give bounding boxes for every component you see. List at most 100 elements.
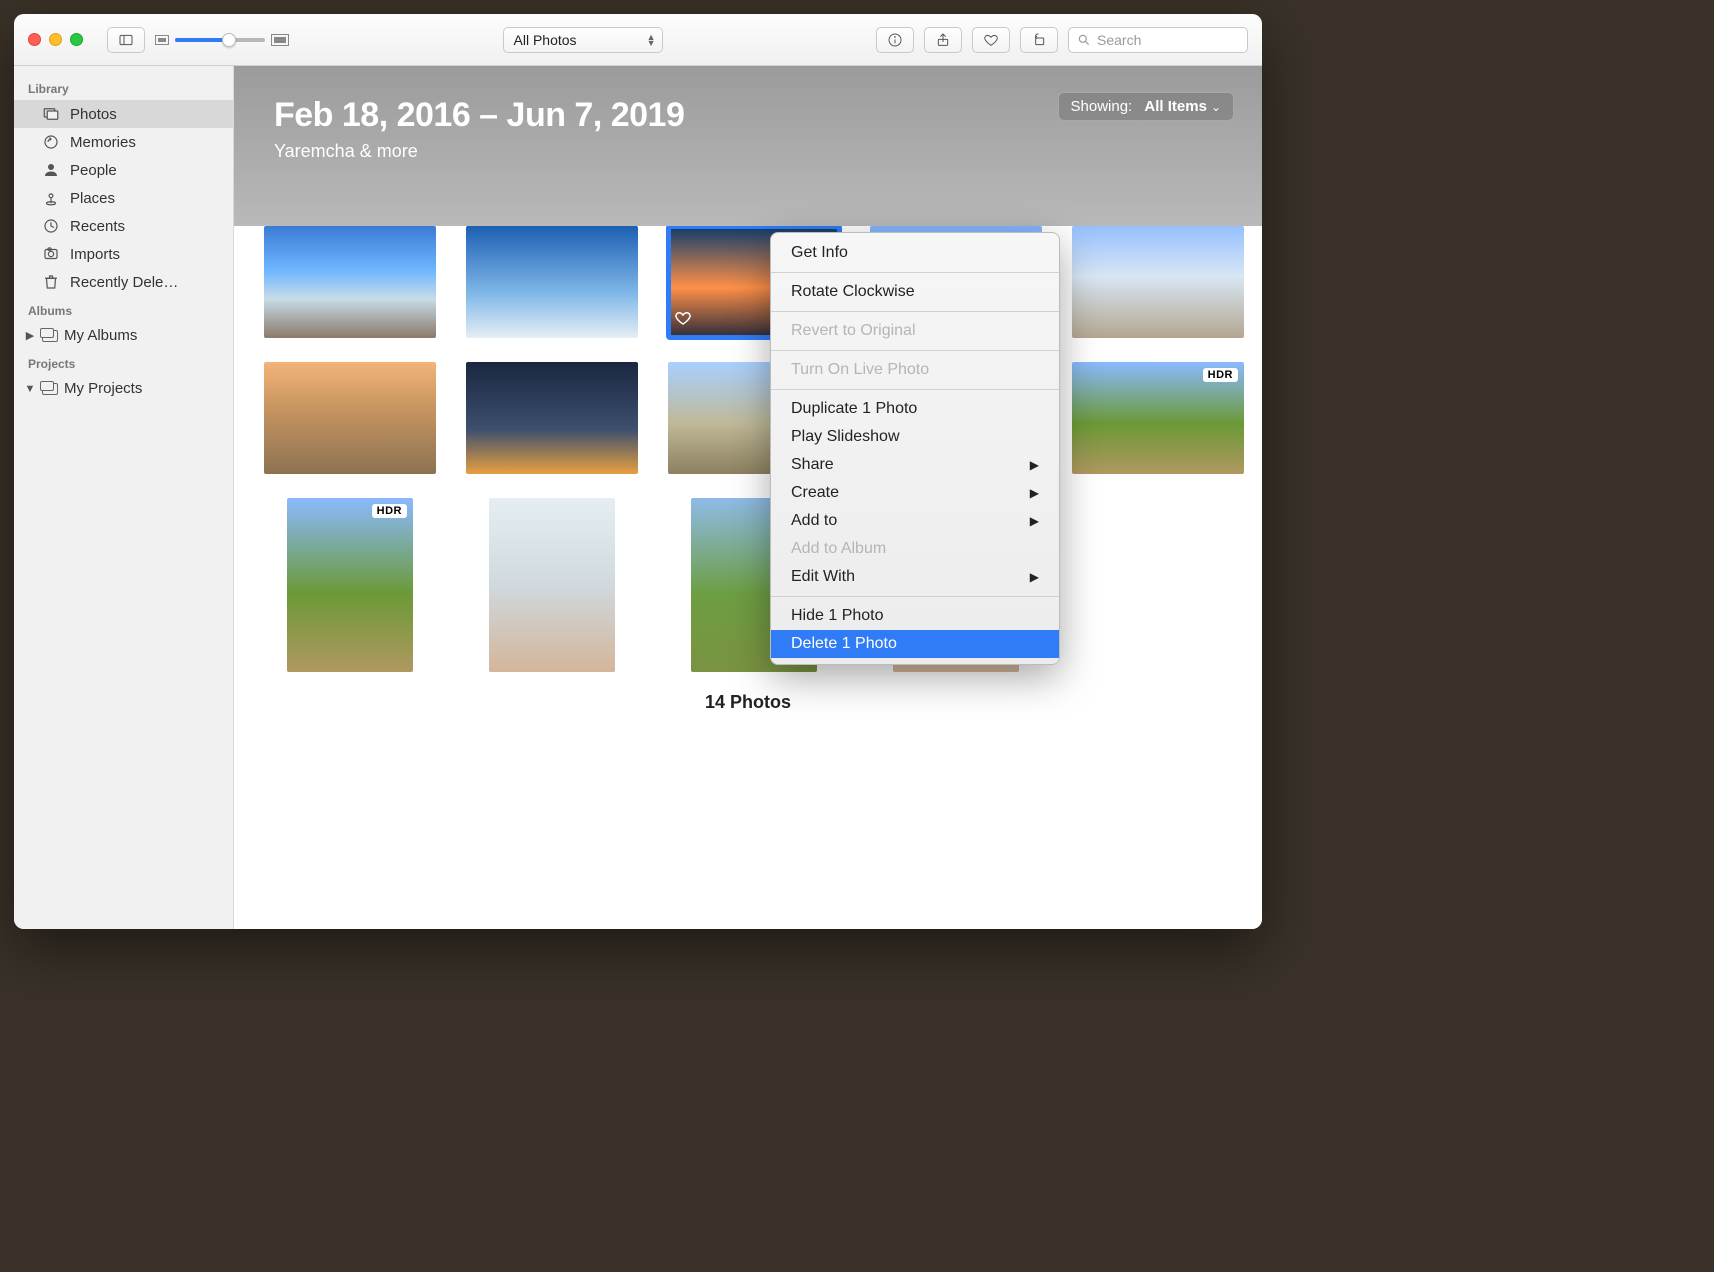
share-icon	[935, 32, 951, 48]
rotate-icon	[1031, 32, 1047, 48]
search-placeholder: Search	[1097, 32, 1141, 48]
memories-icon	[42, 133, 60, 151]
photo-thumbnail[interactable]: HDR	[1072, 362, 1244, 474]
submenu-arrow-icon: ▶	[1030, 458, 1039, 472]
menu-item-edit-with[interactable]: Edit With ▶	[771, 563, 1059, 591]
zoom-control[interactable]	[155, 34, 289, 46]
close-button[interactable]	[28, 33, 41, 46]
sidebar-item-label: Memories	[70, 134, 136, 151]
minimize-button[interactable]	[49, 33, 62, 46]
menu-separator	[771, 311, 1059, 312]
menu-separator	[771, 350, 1059, 351]
chevron-down-icon: ⌄	[1211, 100, 1221, 114]
sidebar-item-people[interactable]: People	[14, 156, 233, 184]
sidebar-item-photos[interactable]: Photos	[14, 100, 233, 128]
main-area: Feb 18, 2016 – Jun 7, 2019 Yaremcha & mo…	[234, 66, 1262, 929]
sidebar-item-memories[interactable]: Memories	[14, 128, 233, 156]
photo-thumbnail[interactable]	[264, 226, 436, 338]
search-field[interactable]: Search	[1068, 27, 1248, 53]
menu-item-add-to[interactable]: Add to ▶	[771, 507, 1059, 535]
sidebar-item-label: My Albums	[64, 327, 137, 344]
submenu-arrow-icon: ▶	[1030, 514, 1039, 528]
menu-item-label: Revert to Original	[791, 322, 916, 340]
sidebar-toggle-button[interactable]	[107, 27, 145, 53]
menu-item-duplicate-1-photo[interactable]: Duplicate 1 Photo	[771, 395, 1059, 423]
sidebar-item-my-projects[interactable]: ▼ My Projects	[14, 375, 233, 402]
recently-deleted-icon	[42, 273, 60, 291]
menu-separator	[771, 272, 1059, 273]
photo-grid-scroll[interactable]: HDR HDR 14 Photos	[234, 226, 1262, 929]
sidebar-item-label: Imports	[70, 246, 120, 263]
menu-item-revert-to-original: Revert to Original	[771, 317, 1059, 345]
hdr-badge: HDR	[1203, 368, 1238, 382]
recents-icon	[42, 217, 60, 235]
sidebar-item-my-albums[interactable]: ▶ My Albums	[14, 322, 233, 349]
menu-item-label: Play Slideshow	[791, 428, 900, 446]
menu-item-label: Create	[791, 484, 839, 502]
photos-app-window: All Photos ▲▼ Search LibraryPhotosMemori…	[14, 14, 1262, 929]
sidebar-section-albums: Albums	[14, 296, 233, 322]
photo-thumbnail[interactable]	[466, 362, 638, 474]
menu-separator	[771, 596, 1059, 597]
people-icon	[42, 161, 60, 179]
fullscreen-button[interactable]	[70, 33, 83, 46]
disclosure-arrow-icon[interactable]: ▶	[24, 329, 36, 342]
zoom-slider[interactable]	[175, 38, 265, 42]
menu-item-get-info[interactable]: Get Info	[771, 239, 1059, 267]
heart-icon	[983, 32, 999, 48]
sidebar-item-recently-deleted[interactable]: Recently Dele…	[14, 268, 233, 296]
showing-value: All Items	[1144, 98, 1207, 115]
menu-item-label: Duplicate 1 Photo	[791, 400, 917, 418]
menu-item-add-to-album: Add to Album	[771, 535, 1059, 563]
sidebar-item-recents[interactable]: Recents	[14, 212, 233, 240]
photo-thumbnail[interactable]	[1072, 226, 1244, 338]
disclosure-arrow-icon[interactable]: ▼	[24, 383, 36, 395]
sidebar-icon	[118, 32, 134, 48]
menu-item-label: Turn On Live Photo	[791, 361, 929, 379]
context-menu[interactable]: Get Info Rotate Clockwise Revert to Origin…	[770, 232, 1060, 665]
menu-item-share[interactable]: Share▶	[771, 451, 1059, 479]
hdr-badge: HDR	[372, 504, 407, 518]
view-selector[interactable]: All Photos ▲▼	[503, 27, 663, 53]
search-icon	[1077, 33, 1091, 47]
sidebar-item-label: Recently Dele…	[70, 274, 178, 291]
menu-separator	[771, 389, 1059, 390]
photo-thumbnail[interactable]	[466, 226, 638, 338]
menu-item-hide-1-photo[interactable]: Hide 1 Photo	[771, 602, 1059, 630]
window-controls	[28, 33, 83, 46]
collection-header: Feb 18, 2016 – Jun 7, 2019 Yaremcha & mo…	[234, 66, 1262, 226]
photo-thumbnail[interactable]: HDR	[287, 498, 413, 672]
sidebar-item-label: Photos	[70, 106, 117, 123]
menu-item-play-slideshow[interactable]: Play Slideshow	[771, 423, 1059, 451]
info-icon	[887, 32, 903, 48]
info-button[interactable]	[876, 27, 914, 53]
submenu-arrow-icon: ▶	[1030, 570, 1039, 584]
menu-item-label: Delete 1 Photo	[791, 635, 897, 653]
share-button[interactable]	[924, 27, 962, 53]
location-subtitle: Yaremcha & more	[274, 141, 1222, 162]
menu-item-delete-1-photo[interactable]: Delete 1 Photo	[771, 630, 1059, 658]
favorite-button[interactable]	[972, 27, 1010, 53]
titlebar: All Photos ▲▼ Search	[14, 14, 1262, 66]
sidebar-item-label: People	[70, 162, 117, 179]
sidebar-item-places[interactable]: Places	[14, 184, 233, 212]
view-selector-label: All Photos	[514, 32, 577, 48]
sidebar-item-label: Recents	[70, 218, 125, 235]
sidebar-section-projects: Projects	[14, 349, 233, 375]
photo-thumbnail[interactable]	[264, 362, 436, 474]
showing-filter-button[interactable]: Showing: All Items ⌄	[1058, 92, 1234, 121]
menu-item-label: Add to Album	[791, 540, 886, 558]
menu-item-label: Add to	[791, 512, 837, 530]
sidebar-item-label: Places	[70, 190, 115, 207]
photo-count-footer: 14 Photos	[264, 672, 1232, 723]
submenu-arrow-icon: ▶	[1030, 486, 1039, 500]
sidebar-item-imports[interactable]: Imports	[14, 240, 233, 268]
menu-item-rotate-clockwise[interactable]: Rotate Clockwise	[771, 278, 1059, 306]
photo-thumbnail[interactable]	[489, 498, 615, 672]
rotate-button[interactable]	[1020, 27, 1058, 53]
album-stack-icon	[42, 383, 58, 395]
sidebar-item-label: My Projects	[64, 380, 142, 397]
menu-item-create[interactable]: Create ▶	[771, 479, 1059, 507]
menu-item-label: Edit With	[791, 568, 855, 586]
favorite-heart-icon	[674, 309, 692, 332]
